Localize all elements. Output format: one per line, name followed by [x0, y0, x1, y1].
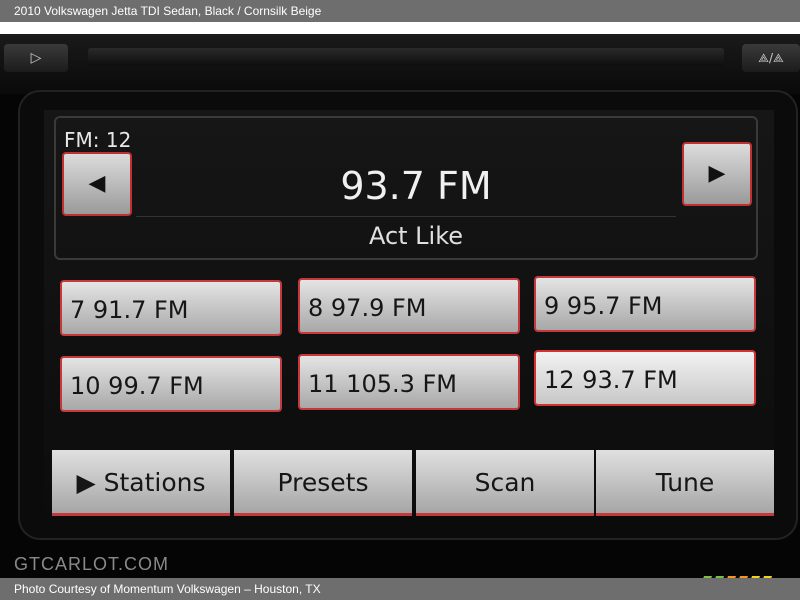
- caption-title: 2010 Volkswagen Jetta TDI Sedan, Black /…: [0, 0, 800, 22]
- tp-icon: ⟁/⟁: [758, 51, 784, 65]
- station-header: FM: 12 ◀ 93.7 FM Act Like ▶: [54, 116, 758, 260]
- eject-button[interactable]: ▷: [4, 44, 68, 72]
- header-divider: [136, 216, 676, 217]
- band-label: FM: 12: [64, 128, 132, 152]
- tab-scan[interactable]: Scan: [416, 450, 594, 516]
- prev-station-button[interactable]: ◀: [62, 152, 132, 216]
- left-arrow-icon: ◀: [88, 171, 106, 196]
- right-arrow-icon: ▶: [708, 161, 726, 186]
- radio-screen: FM: 12 ◀ 93.7 FM Act Like ▶ 7 91.7 FM 8 …: [44, 110, 774, 516]
- preset-button-7[interactable]: 7 91.7 FM: [60, 280, 282, 336]
- tp-button[interactable]: ⟁/⟁: [742, 44, 800, 72]
- current-frequency: 93.7 FM: [340, 164, 492, 208]
- photo-border: [0, 22, 800, 34]
- preset-button-11[interactable]: 11 105.3 FM: [298, 354, 520, 410]
- next-station-button[interactable]: ▶: [682, 142, 752, 206]
- preset-button-10[interactable]: 10 99.7 FM: [60, 356, 282, 412]
- preset-button-12[interactable]: 12 93.7 FM: [534, 350, 756, 406]
- radio-bezel: ▷ ⟁/⟁: [0, 34, 800, 94]
- preset-button-8[interactable]: 8 97.9 FM: [298, 278, 520, 334]
- radio-photo: ▷ ⟁/⟁ FM: 12 ◀ 93.7 FM Act Like ▶ 7 91.7…: [0, 22, 800, 578]
- tab-presets[interactable]: Presets: [234, 450, 412, 516]
- song-title: Act Like: [368, 222, 464, 250]
- cd-slot: [88, 48, 724, 66]
- tab-stations[interactable]: ▶ Stations: [52, 450, 230, 516]
- photo-credit: Photo Courtesy of Momentum Volkswagen – …: [0, 578, 800, 600]
- gtcarlot-watermark: GTCARLOT.COM: [14, 554, 170, 574]
- preset-button-9[interactable]: 9 95.7 FM: [534, 276, 756, 332]
- tab-tune[interactable]: Tune: [596, 450, 774, 516]
- eject-icon: ▷: [30, 50, 42, 66]
